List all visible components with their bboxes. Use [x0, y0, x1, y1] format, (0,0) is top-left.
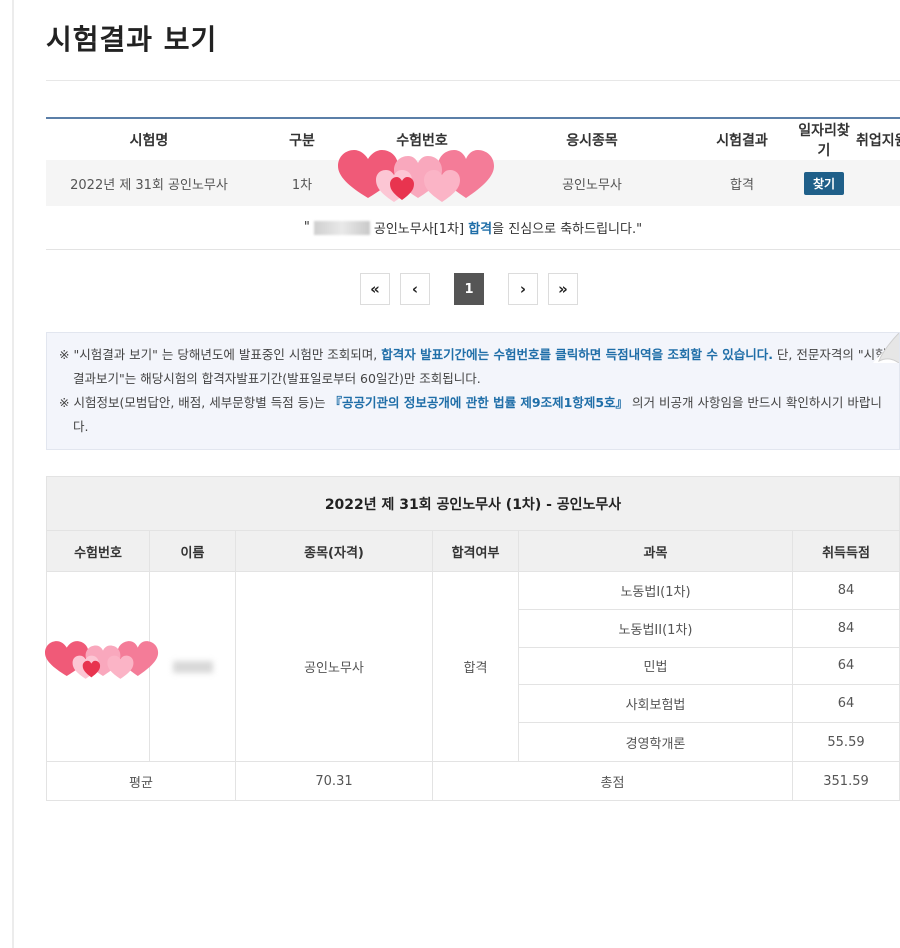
score-detail-table: 2022년 제 31회 공인노무사 (1차) - 공인노무사 수험번호 이름 종… [45, 476, 900, 801]
detail-title: 2022년 제 31회 공인노무사 (1차) - 공인노무사 [47, 477, 899, 531]
subject-score: 64 [837, 696, 855, 712]
header-employment-support: 취업지원 [856, 132, 900, 149]
exam-name: 2022년 제 31회 공인노무사 [70, 177, 228, 193]
left-border [0, 0, 14, 948]
subject-name: 노동법I(1차) [519, 572, 793, 609]
summary-row: 평균 70.31 총점 351.59 [47, 762, 899, 800]
find-job-button[interactable]: 찾기 [803, 171, 845, 195]
paper-curl-icon [873, 333, 899, 363]
category: 공인노무사 [562, 177, 622, 193]
qualification-cell: 공인노무사 [236, 572, 433, 761]
last-page-button[interactable]: » [548, 273, 578, 305]
exam-number-cell [45, 572, 159, 761]
header-name: 이름 [150, 531, 236, 571]
congrats-text: 을 진심으로 축하드립니다." [492, 222, 643, 237]
page-title: 시험결과 보기 [46, 23, 218, 56]
header-exam-number: 수험번호 [396, 132, 448, 149]
find-job-cell: 찾기 [792, 171, 856, 195]
subject-row: 사회보험법 64 [519, 685, 899, 724]
subject-row: 노동법I(1차) 84 [519, 572, 899, 610]
subject-row: 경영학개론 55.59 [519, 723, 899, 761]
notice-line-2: ※ 시험정보(모범답안, 배점, 세부문항별 득점 등)는 『공공기관의 정보공… [59, 395, 882, 434]
header-exam-name: 시험명 [129, 132, 169, 149]
subject-score: 84 [837, 620, 855, 636]
blurred-name [172, 660, 213, 673]
average-label: 평균 [47, 762, 236, 800]
header-division: 구분 [289, 132, 315, 149]
header-find-job: 일자리찾기 [798, 122, 850, 159]
heart-sticker-icon [45, 641, 159, 679]
congrats-qualification: 공인노무사[1차] [373, 222, 465, 237]
subject-score: 64 [837, 658, 855, 674]
header-result: 시험결과 [716, 132, 768, 149]
page-1-button[interactable]: 1 [454, 273, 484, 305]
subject-name: 사회보험법 [519, 685, 793, 723]
notice-line-1: ※ "시험결과 보기" 는 당해년도에 발표중인 시험만 조회되며, 합격자 발… [59, 347, 887, 386]
pagination: « ‹ 1 › » [360, 273, 578, 305]
result-row: 2022년 제 31회 공인노무사 1차 공인노무사 합격 찾기 [46, 150, 900, 206]
total-label: 총점 [433, 762, 793, 800]
subject-name: 경영학개론 [519, 723, 793, 761]
subject-list: 노동법I(1차) 84 노동법II(1차) 84 민법 64 사회보험법 64 … [519, 572, 899, 761]
result-list-table: 시험명 구분 수험번호 응시종목 시험결과 일자리찾기 취업지원 2022년 제… [46, 117, 900, 250]
detail-body: 공인노무사 합격 노동법I(1차) 84 노동법II(1차) 84 민법 64 … [45, 572, 899, 762]
name-cell [150, 572, 236, 761]
first-page-button[interactable]: « [360, 273, 390, 305]
header-qualification: 종목(자격) [236, 531, 433, 571]
header-category: 응시종목 [566, 132, 618, 149]
notice-box: ※ "시험결과 보기" 는 당해년도에 발표중인 시험만 조회되며, 합격자 발… [46, 332, 900, 450]
division: 1차 [291, 177, 313, 193]
title-divider [46, 80, 900, 81]
pass-status-cell: 합격 [433, 572, 519, 761]
subject-name: 노동법II(1차) [519, 609, 793, 647]
subject-score: 55.59 [827, 734, 865, 750]
subject-name: 민법 [519, 647, 793, 685]
header-pass-status: 합격여부 [433, 531, 519, 571]
subject-score: 84 [837, 582, 855, 598]
congrats-message: " 공인노무사[1차] 합격 을 진심으로 축하드립니다." [46, 206, 900, 250]
congrats-pass-word: 합격 [468, 222, 493, 237]
average-value: 70.31 [236, 762, 433, 800]
next-page-button[interactable]: › [508, 273, 538, 305]
result-status: 합격 [730, 177, 754, 193]
congrats-open-quote: " [303, 220, 310, 235]
total-value: 351.59 [823, 773, 869, 789]
subject-row: 민법 64 [519, 647, 899, 686]
exam-number-link[interactable] [338, 150, 494, 206]
header-exam-number: 수험번호 [47, 531, 150, 571]
header-score: 취득득점 [822, 545, 870, 561]
heart-sticker-icon [338, 150, 494, 202]
prev-page-button[interactable]: ‹ [400, 273, 430, 305]
subject-row: 노동법II(1차) 84 [519, 609, 899, 648]
header-subject: 과목 [519, 531, 793, 571]
detail-header-row: 수험번호 이름 종목(자격) 합격여부 과목 취득득점 [47, 531, 899, 572]
blurred-name [313, 220, 370, 235]
